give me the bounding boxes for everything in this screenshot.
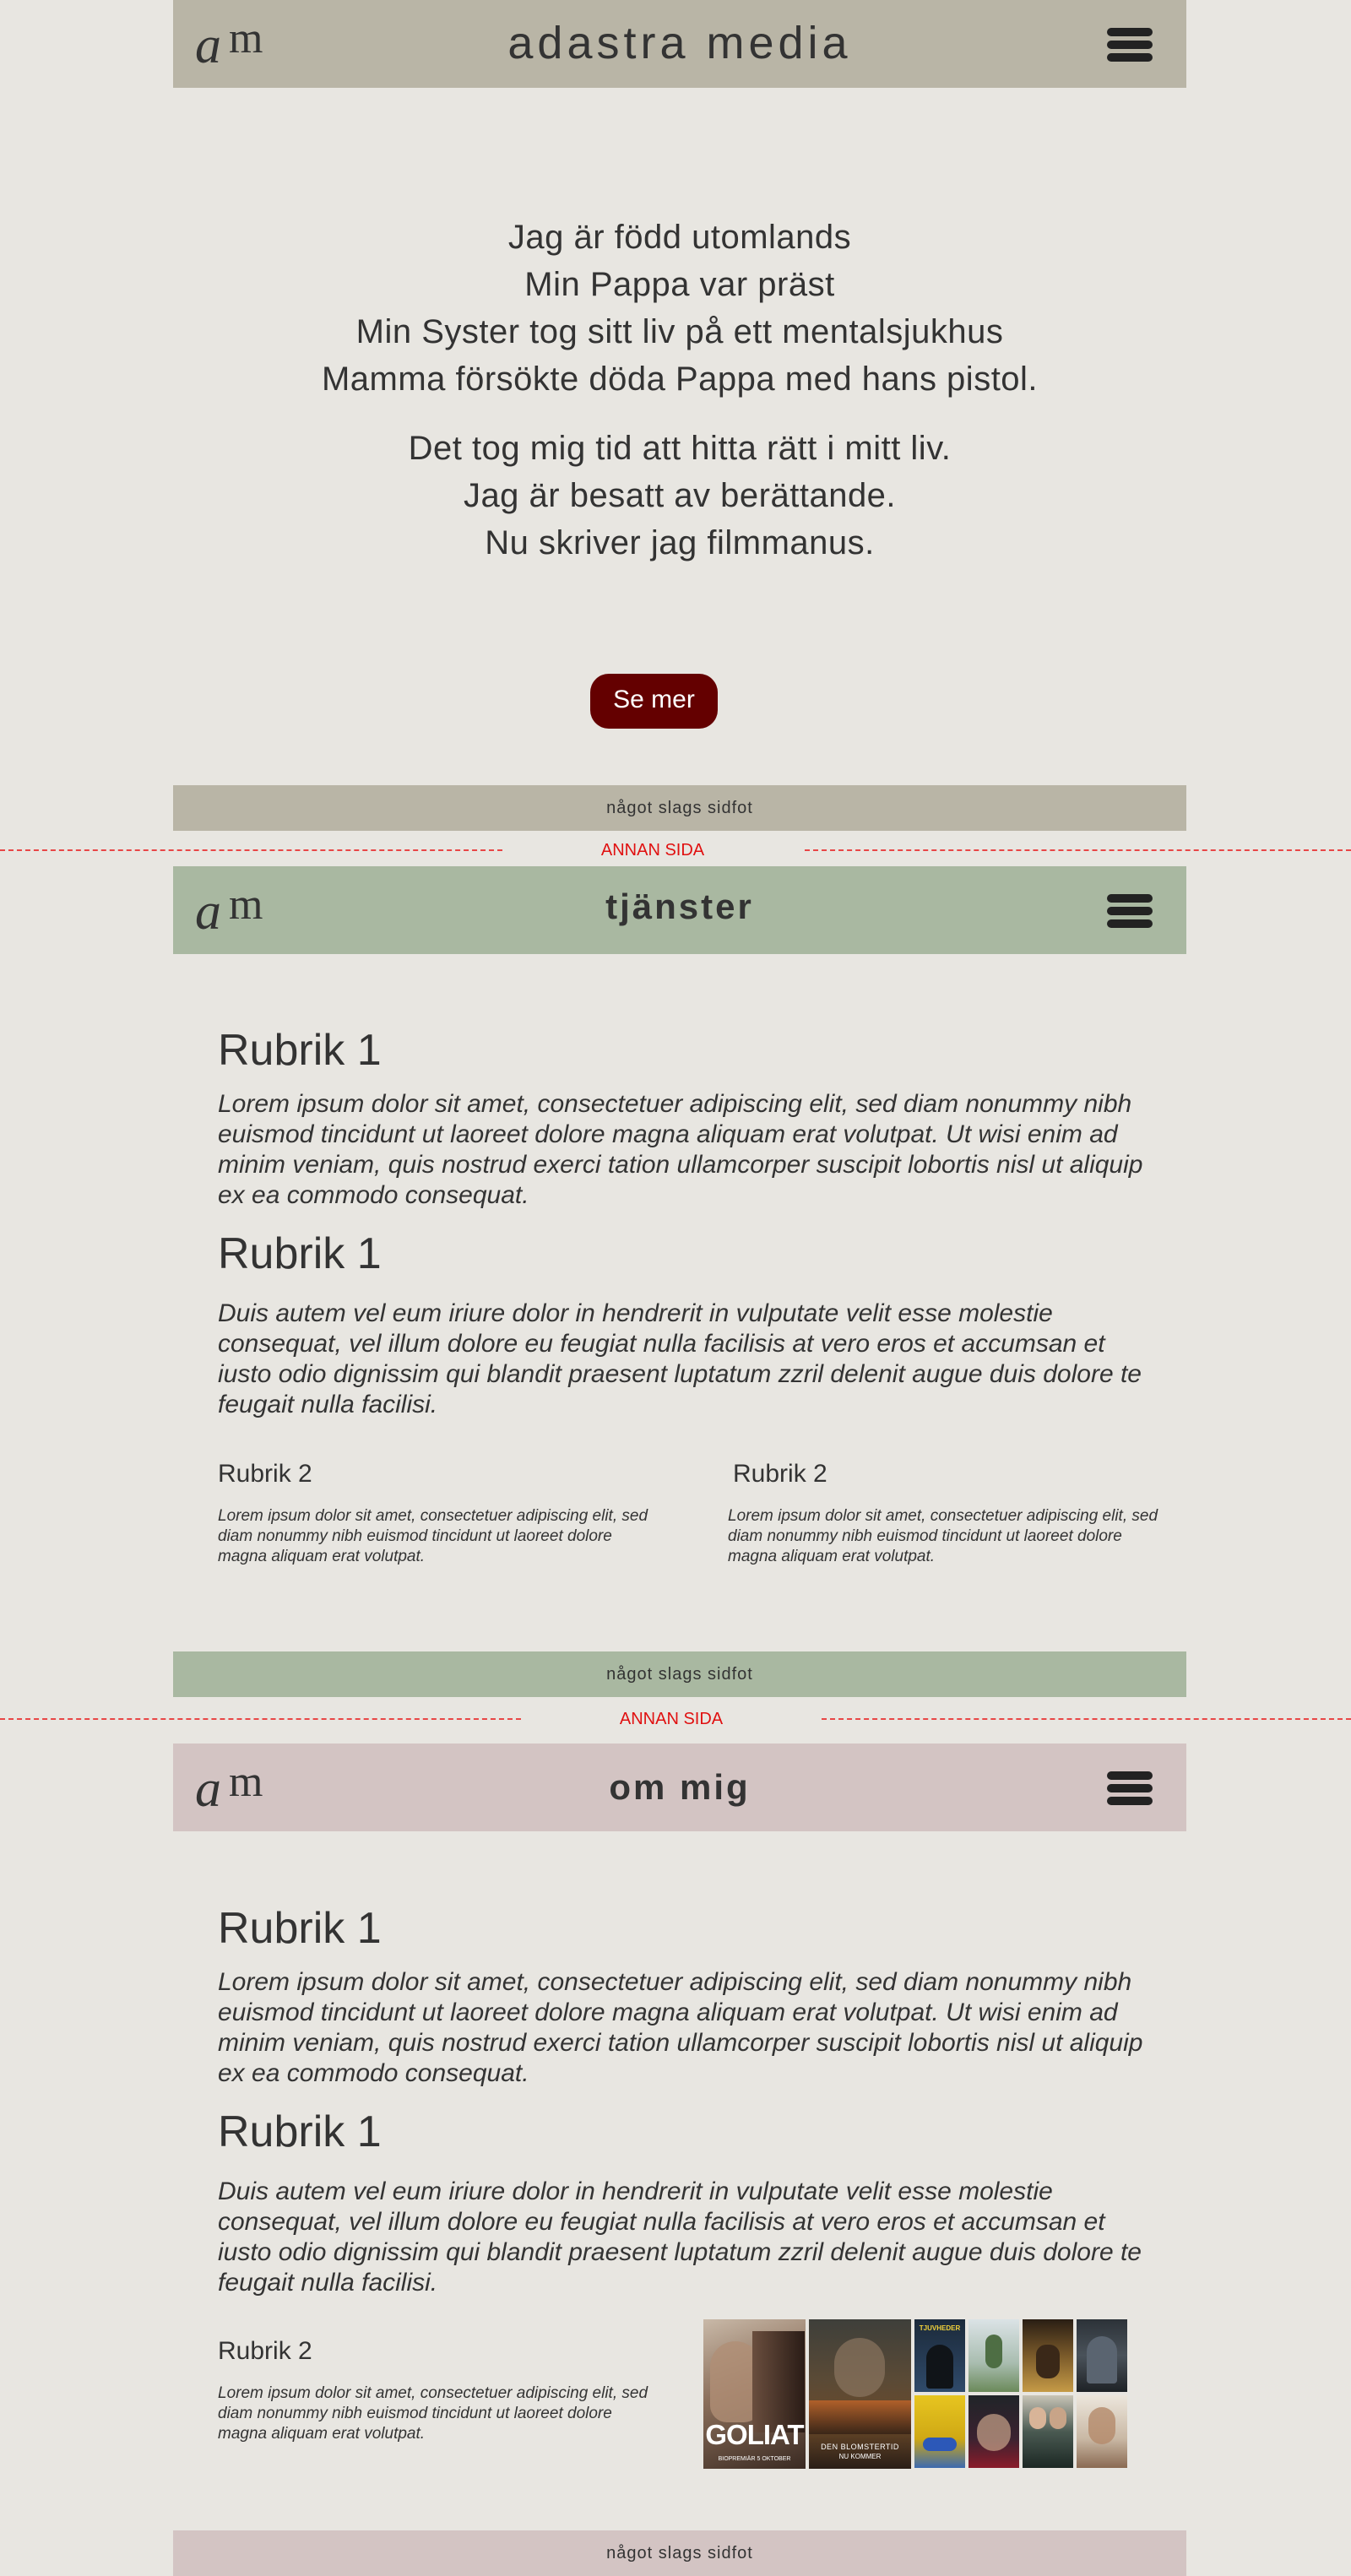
poster-small[interactable] — [1077, 2319, 1127, 2392]
poster-column — [968, 2319, 1019, 2469]
section-text: Lorem ipsum dolor sit amet, consectetuer… — [218, 1090, 1143, 1209]
poem-stanza-2: Det tog mig tid att hitta rätt i mitt li… — [173, 425, 1186, 567]
column-text: Lorem ipsum dolor sit amet, consectetuer… — [218, 2384, 648, 2443]
movie-posters: GOLIAT BIOPREMIÄR 5 OKTOBER DEN BLOMSTER… — [703, 2319, 1131, 2469]
poster-column — [1077, 2319, 1127, 2469]
poster-title: GOLIAT — [705, 2419, 804, 2450]
poem-line: Jag är född utomlands — [507, 219, 852, 256]
poem-line: Min Pappa var präst — [524, 266, 835, 303]
page-root: a m adastra media Jag är född utomlands … — [0, 0, 1351, 2576]
column-heading: Rubrik 2 — [218, 2337, 312, 2365]
poster-small[interactable] — [1077, 2395, 1127, 2468]
separator-label: ANNAN SIDA — [600, 841, 705, 860]
separator-label: ANNAN SIDA — [619, 1710, 724, 1728]
footer-services: något slags sidfot — [173, 1651, 1186, 1697]
header-services: a m tjänster — [173, 866, 1186, 954]
column-text: Lorem ipsum dolor sit amet, consectetuer… — [218, 1507, 648, 1565]
poster-subtitle: NU KOMMER — [838, 2453, 882, 2460]
page-separator: ANNAN SIDA — [0, 1709, 1351, 1729]
section-heading: Rubrik 1 — [218, 1229, 382, 1278]
poster-title: DEN BLOMSTERTID — [821, 2443, 899, 2451]
poem-line: Min Syster tog sitt liv på ett mentalsju… — [355, 313, 1004, 350]
footer-home: något slags sidfot — [173, 785, 1186, 831]
section-text: Lorem ipsum dolor sit amet, consectetuer… — [218, 1968, 1143, 2087]
column-heading: Rubrik 2 — [218, 1460, 312, 1488]
poster-small[interactable] — [968, 2395, 1019, 2468]
section-text: Duis autem vel eum iriure dolor in hendr… — [218, 1299, 1142, 1418]
page-title: om mig — [609, 1767, 751, 1807]
footer-about: något slags sidfot — [173, 2530, 1186, 2576]
poem-line: Jag är besatt av berättande. — [463, 477, 897, 514]
poster-tjuvheder[interactable]: TJUVHEDER — [914, 2319, 965, 2392]
column-heading: Rubrik 2 — [733, 1460, 827, 1488]
poster-small[interactable] — [914, 2395, 965, 2468]
section-text: Duis autem vel eum iriure dolor in hendr… — [218, 2177, 1142, 2297]
hamburger-menu-icon[interactable] — [1107, 894, 1153, 928]
column-text: Lorem ipsum dolor sit amet, consectetuer… — [728, 1507, 1158, 1565]
poster-small[interactable] — [1023, 2395, 1073, 2468]
page-separator: ANNAN SIDA — [0, 840, 1351, 860]
header-home: a m adastra media — [173, 0, 1186, 88]
header-about: a m om mig — [173, 1744, 1186, 1831]
page-title: tjänster — [605, 887, 754, 926]
poem-line: Det tog mig tid att hitta rätt i mitt li… — [408, 430, 952, 467]
poster-title: TJUVHEDER — [919, 2324, 961, 2332]
poster-small[interactable] — [968, 2319, 1019, 2392]
see-more-button[interactable]: Se mer — [590, 674, 718, 729]
poster-column: TJUVHEDER — [914, 2319, 965, 2469]
poster-goliat[interactable]: GOLIAT BIOPREMIÄR 5 OKTOBER — [703, 2319, 806, 2469]
poster-column — [1023, 2319, 1073, 2469]
section-heading: Rubrik 1 — [218, 1026, 382, 1075]
poster-small[interactable] — [1023, 2319, 1073, 2392]
poem-line: Mamma försökte döda Pappa med hans pisto… — [321, 361, 1039, 398]
poem-stanza-1: Jag är född utomlands Min Pappa var präs… — [173, 214, 1186, 403]
poster-blomstertid[interactable]: DEN BLOMSTERTID NU KOMMER — [809, 2319, 911, 2469]
section-heading: Rubrik 1 — [218, 1904, 382, 1953]
hamburger-menu-icon[interactable] — [1107, 1771, 1153, 1805]
hamburger-menu-icon[interactable] — [1107, 28, 1153, 62]
poem-line: Nu skriver jag filmmanus. — [485, 524, 875, 561]
section-heading: Rubrik 1 — [218, 2107, 382, 2156]
site-title: adastra media — [507, 18, 852, 68]
poster-subtitle: BIOPREMIÄR 5 OKTOBER — [718, 2456, 791, 2462]
